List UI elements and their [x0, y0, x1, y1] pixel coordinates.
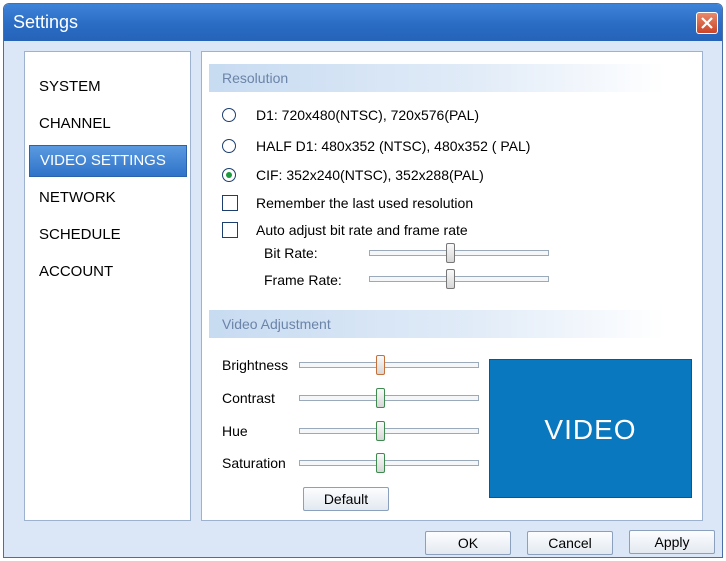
frame-rate-label: Frame Rate: — [264, 272, 342, 288]
hue-slider[interactable] — [299, 421, 479, 441]
resolution-option-label: D1: 720x480(NTSC), 720x576(PAL) — [256, 107, 480, 123]
radio-d1[interactable] — [222, 108, 236, 122]
contrast-slider-thumb[interactable] — [376, 388, 386, 408]
auto-adjust-label: Auto adjust bit rate and frame rate — [256, 222, 468, 238]
window-title: Settings — [13, 12, 79, 32]
hue-slider-thumb[interactable] — [376, 421, 386, 441]
resolution-option-label: CIF: 352x240(NTSC), 352x288(PAL) — [256, 167, 484, 183]
apply-button[interactable]: Apply — [629, 530, 715, 554]
sidebar-item-account[interactable]: ACCOUNT — [29, 256, 187, 288]
brightness-label: Brightness — [222, 357, 289, 373]
sidebar-item-channel[interactable]: CHANNEL — [29, 108, 187, 140]
bit-rate-slider-thumb[interactable] — [446, 243, 456, 263]
sidebar-item-video-settings[interactable]: VIDEO SETTINGS — [29, 145, 187, 177]
brightness-slider[interactable] — [299, 355, 479, 375]
radio-half-d1[interactable] — [222, 139, 236, 153]
default-button[interactable]: Default — [303, 487, 389, 511]
title-bar: Settings — [4, 4, 722, 41]
resolution-option-label: HALF D1: 480x352 (NTSC), 480x352 ( PAL) — [256, 138, 531, 154]
saturation-slider[interactable] — [299, 453, 479, 473]
sidebar-item-schedule[interactable]: SCHEDULE — [29, 219, 187, 251]
bit-rate-label: Bit Rate: — [264, 245, 318, 261]
frame-rate-slider[interactable] — [369, 269, 549, 289]
resolution-header: Resolution — [209, 64, 665, 92]
radio-cif[interactable] — [222, 168, 236, 182]
saturation-label: Saturation — [222, 455, 286, 471]
close-icon — [701, 17, 713, 29]
remember-resolution-checkbox[interactable] — [222, 195, 238, 211]
close-button[interactable] — [696, 12, 718, 34]
contrast-label: Contrast — [222, 390, 275, 406]
saturation-slider-thumb[interactable] — [376, 453, 386, 473]
video-settings-panel: Resolution D1: 720x480(NTSC), 720x576(PA… — [201, 51, 703, 521]
video-adjustment-header: Video Adjustment — [209, 310, 665, 338]
bit-rate-slider[interactable] — [369, 243, 549, 263]
hue-label: Hue — [222, 423, 248, 439]
remember-resolution-label: Remember the last used resolution — [256, 195, 474, 211]
settings-sidebar: SYSTEM CHANNEL VIDEO SETTINGS NETWORK SC… — [24, 51, 191, 521]
cancel-button[interactable]: Cancel — [527, 531, 613, 555]
ok-button[interactable]: OK — [425, 531, 511, 555]
auto-adjust-checkbox[interactable] — [222, 222, 238, 238]
contrast-slider[interactable] — [299, 388, 479, 408]
sidebar-item-system[interactable]: SYSTEM — [29, 71, 187, 103]
dialog-body: SYSTEM CHANNEL VIDEO SETTINGS NETWORK SC… — [4, 41, 722, 557]
settings-window: Settings SYSTEM CHANNEL VIDEO SETTINGS N… — [3, 3, 723, 558]
sidebar-item-network[interactable]: NETWORK — [29, 182, 187, 214]
video-preview: VIDEO — [489, 359, 692, 498]
brightness-slider-thumb[interactable] — [376, 355, 386, 375]
frame-rate-slider-thumb[interactable] — [446, 269, 456, 289]
